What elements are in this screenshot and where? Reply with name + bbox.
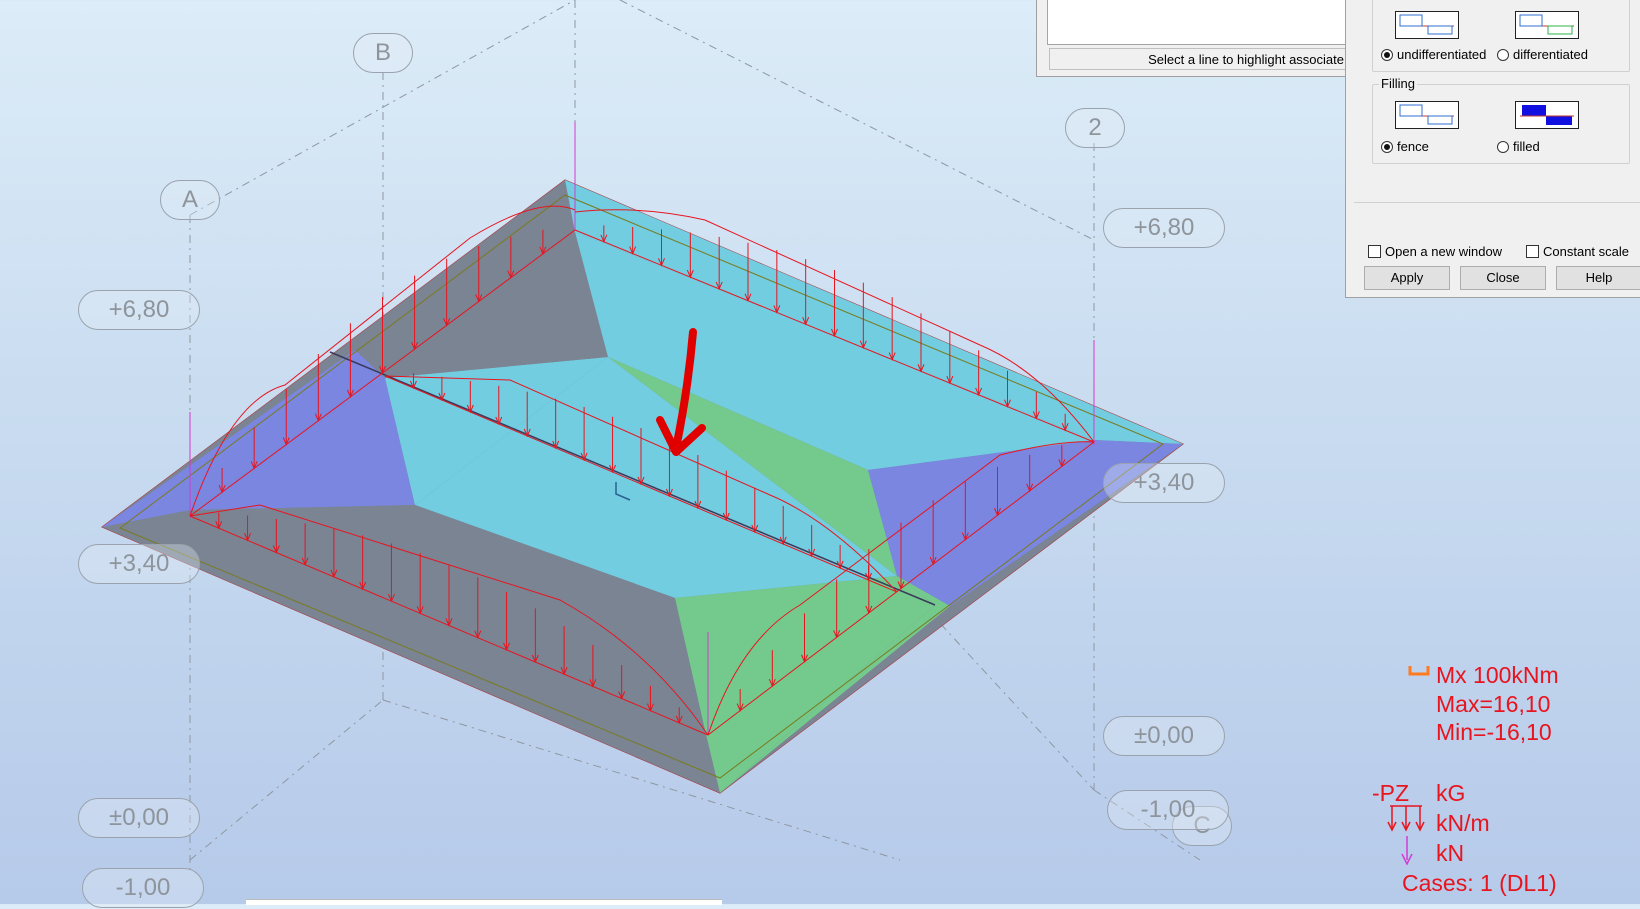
legend-min: Min=-16,10 <box>1436 719 1552 745</box>
constant-scale-checkbox[interactable] <box>1526 245 1539 258</box>
fence-preview-icon <box>1399 104 1454 125</box>
radio-differentiated[interactable]: differentiated <box>1497 47 1588 62</box>
level-left-neg100: -1,00 <box>82 868 204 908</box>
filled-preview-icon <box>1520 105 1574 125</box>
moment-symbol-icon <box>1408 666 1430 676</box>
open-new-window-checkbox[interactable] <box>1368 245 1381 258</box>
level-left-340: +3,40 <box>78 544 200 584</box>
legend-moment: Mx 100kNm <box>1436 662 1559 688</box>
level-right-000: ±0,00 <box>1103 716 1225 756</box>
distributed-load-icon <box>1387 805 1425 832</box>
filling-group: Filling fence filled <box>1372 76 1630 164</box>
close-button[interactable]: Close <box>1460 266 1546 290</box>
legend-unit-kg: kG <box>1436 780 1466 806</box>
point-load-icon <box>1401 836 1413 866</box>
radio-filled-label: filled <box>1513 139 1540 154</box>
distribution-group: undifferentiated differentiated <box>1372 0 1630 72</box>
diagrams-dialog: undifferentiated differentiated Filling <box>1345 0 1640 298</box>
differentiated-preview <box>1515 11 1579 39</box>
grid-label-B: B <box>353 33 413 73</box>
radio-fence[interactable]: fence <box>1381 139 1429 154</box>
help-button[interactable]: Help <box>1556 266 1640 290</box>
constant-scale-option[interactable]: Constant scale <box>1526 244 1629 259</box>
filling-group-label: Filling <box>1379 76 1417 91</box>
line-list-panel: Select a line to highlight associate <box>1036 0 1350 77</box>
legend-unit-kn: kN <box>1436 840 1465 866</box>
status-hint: Select a line to highlight associate <box>1049 48 1349 70</box>
legend-max: Max=16,10 <box>1436 691 1551 717</box>
radio-fence-label: fence <box>1397 139 1429 154</box>
level-right-neg100: -1,00 <box>1107 790 1229 830</box>
open-new-window-label: Open a new window <box>1385 244 1503 259</box>
level-right-680: +6,80 <box>1103 208 1225 248</box>
line-list[interactable] <box>1047 0 1349 45</box>
level-left-000: ±0,00 <box>78 798 200 838</box>
radio-undifferentiated-label: undifferentiated <box>1397 47 1487 62</box>
separator <box>1354 202 1640 203</box>
level-left-680: +6,80 <box>78 290 200 330</box>
apply-button[interactable]: Apply <box>1364 266 1450 290</box>
undifferentiated-preview-icon <box>1399 14 1454 35</box>
legend-cases: Cases: 1 (DL1) <box>1402 870 1557 896</box>
grid-label-2: 2 <box>1065 108 1125 148</box>
radio-undifferentiated[interactable]: undifferentiated <box>1381 47 1486 62</box>
legend-unit-knm: kN/m <box>1436 810 1490 836</box>
undifferentiated-preview <box>1395 11 1459 39</box>
open-new-window-option[interactable]: Open a new window <box>1368 244 1502 259</box>
legend-load-direction: -PZ <box>1372 780 1410 806</box>
differentiated-preview-icon <box>1519 14 1574 35</box>
fence-preview <box>1395 101 1459 129</box>
panel-green-front <box>675 576 935 793</box>
radio-filled-dot[interactable] <box>1497 140 1509 153</box>
radio-undifferentiated-dot[interactable] <box>1381 48 1393 61</box>
grid-label-A: A <box>160 180 220 220</box>
taskbar-strip <box>246 899 722 905</box>
constant-scale-label: Constant scale <box>1543 244 1629 259</box>
radio-fence-dot[interactable] <box>1381 140 1393 153</box>
filled-preview <box>1515 101 1579 129</box>
radio-filled[interactable]: filled <box>1497 139 1540 154</box>
radio-differentiated-dot[interactable] <box>1497 48 1509 61</box>
radio-differentiated-label: differentiated <box>1513 47 1588 62</box>
level-right-340: +3,40 <box>1103 463 1225 503</box>
